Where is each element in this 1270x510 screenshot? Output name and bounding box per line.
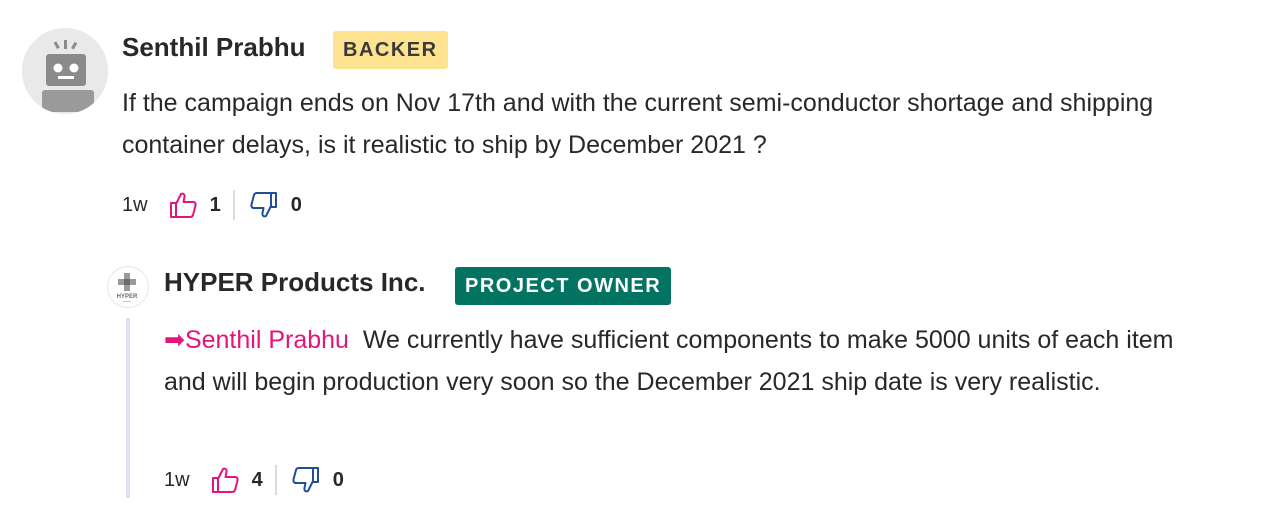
- mention-link[interactable]: ➡Senthil Prabhu: [164, 326, 349, 354]
- author-name[interactable]: Senthil Prabhu: [122, 32, 305, 63]
- downvote-count: 0: [290, 193, 302, 216]
- avatar[interactable]: [22, 28, 108, 114]
- upvote-count: 1: [209, 193, 221, 216]
- project-owner-badge: PROJECT OWNER: [455, 267, 672, 305]
- reply-body: ➡Senthil Prabhu We currently have suffic…: [164, 319, 1214, 403]
- mention-name: Senthil Prabhu: [184, 326, 349, 354]
- hyper-logo-icon: HYPER: [117, 273, 138, 302]
- vote-divider: [274, 465, 277, 495]
- reply-downvote-count: 0: [332, 468, 344, 491]
- thumbs-up-icon: [169, 192, 197, 218]
- comment-age: 1w: [122, 193, 148, 216]
- thumbs-down-icon: [250, 192, 277, 218]
- svg-text:HYPER: HYPER: [117, 294, 138, 300]
- reply-downvote-button[interactable]: [291, 465, 321, 495]
- comment-body: If the campaign ends on Nov 17th and wit…: [122, 89, 1154, 159]
- reply-upvote-button[interactable]: [210, 465, 240, 495]
- upvote-button[interactable]: [168, 190, 198, 220]
- owner-avatar[interactable]: HYPER: [107, 266, 149, 308]
- downvote-button[interactable]: [249, 190, 279, 220]
- comment-meta: 1w 1 0: [122, 188, 302, 222]
- robot-avatar-icon: [22, 28, 108, 114]
- reply-age: 1w: [164, 468, 190, 491]
- reply-upvote-count: 4: [251, 468, 263, 491]
- backer-badge: BACKER: [333, 31, 448, 69]
- thread-line: [126, 318, 130, 498]
- reply-meta: 1w 4 0: [164, 463, 344, 497]
- vote-divider: [232, 190, 235, 220]
- reply-arrow-icon: ➡: [164, 326, 185, 354]
- thumbs-down-icon: [292, 467, 319, 493]
- owner-name[interactable]: HYPER Products Inc.: [164, 267, 426, 298]
- thumbs-up-icon: [211, 467, 239, 493]
